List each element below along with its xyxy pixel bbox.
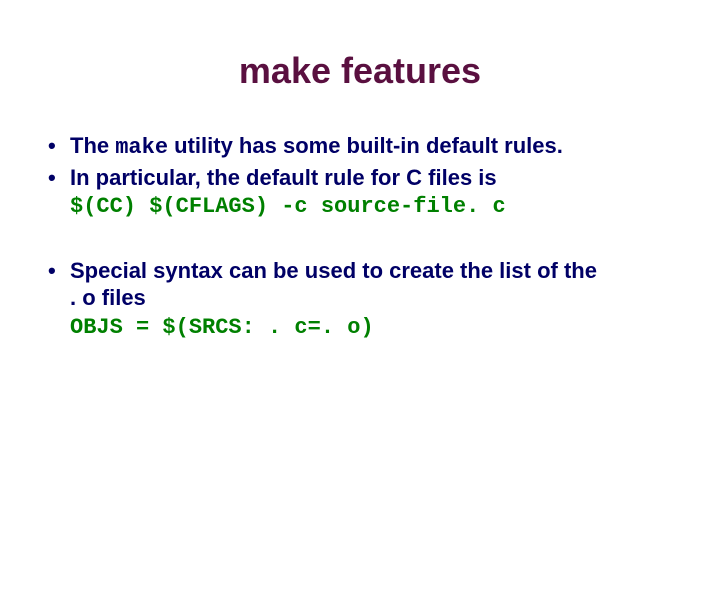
bullet-1-post: utility has some built-in default rules.: [168, 133, 563, 158]
slide: make features The make utility has some …: [0, 50, 720, 590]
bullet-2: In particular, the default rule for C fi…: [40, 164, 680, 192]
bullet-3: Special syntax can be used to create the…: [40, 257, 680, 312]
bullet-1: The make utility has some built-in defau…: [40, 132, 680, 162]
spacer: [0, 223, 720, 257]
bullet-list: The make utility has some built-in defau…: [0, 132, 720, 191]
bullet-1-code: make: [115, 135, 168, 160]
code-line-1: $(CC) $(CFLAGS) -c source-file. c: [70, 193, 720, 221]
bullet-list-2: Special syntax can be used to create the…: [0, 257, 720, 312]
bullet-1-pre: The: [70, 133, 115, 158]
slide-title: make features: [0, 50, 720, 92]
bullet-3-line1: Special syntax can be used to create the…: [70, 258, 597, 283]
code-line-2: OBJS = $(SRCS: . c=. o): [70, 314, 720, 342]
bullet-3-line2: . o files: [70, 285, 146, 310]
